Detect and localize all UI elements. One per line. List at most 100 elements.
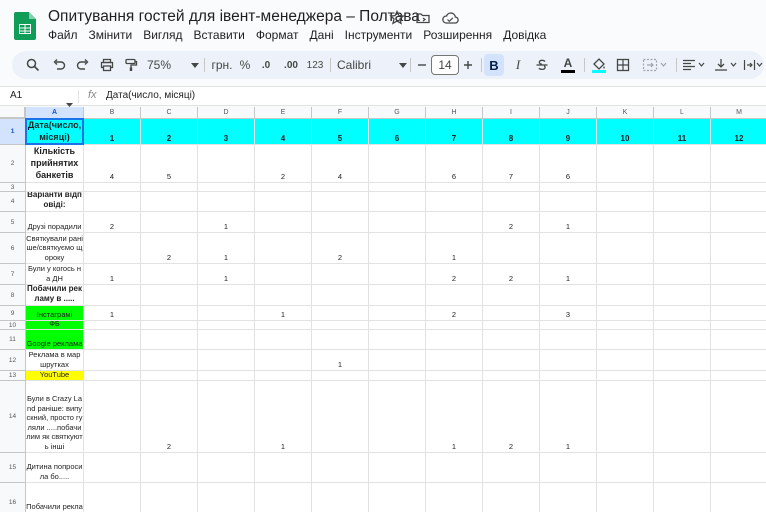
cell-e13[interactable] (255, 371, 312, 381)
cell-m9[interactable] (711, 306, 766, 321)
column-header-h[interactable]: H (426, 107, 483, 119)
cell-k6[interactable] (597, 233, 654, 264)
cell-m5[interactable] (711, 212, 766, 233)
column-header-k[interactable]: K (597, 107, 654, 119)
cell-i15[interactable] (483, 453, 540, 483)
cell-a5[interactable]: Друзі порадили (26, 212, 84, 233)
cell-i10[interactable] (483, 321, 540, 330)
menu-data[interactable]: Дані (310, 28, 334, 42)
cell-h10[interactable] (426, 321, 483, 330)
cell-k10[interactable] (597, 321, 654, 330)
cell-b8[interactable] (84, 285, 141, 306)
cell-c13[interactable] (141, 371, 198, 381)
cell-e2[interactable]: 2 (255, 145, 312, 183)
cell-j12[interactable] (540, 350, 597, 371)
cell-i3[interactable] (483, 183, 540, 192)
cell-h3[interactable] (426, 183, 483, 192)
cell-d1[interactable]: 3 (198, 119, 255, 145)
text-wrapping-icon[interactable] (742, 51, 764, 79)
cell-a1[interactable]: Дата(число, місяці) (26, 119, 84, 145)
cell-j8[interactable] (540, 285, 597, 306)
cell-i16[interactable] (483, 483, 540, 512)
formula-input[interactable]: Дата(число, місяці) (106, 90, 195, 101)
cell-g16[interactable] (369, 483, 426, 512)
cell-b4[interactable] (84, 192, 141, 212)
cell-l12[interactable] (654, 350, 711, 371)
cell-m12[interactable] (711, 350, 766, 371)
cell-l14[interactable] (654, 381, 711, 453)
cell-l8[interactable] (654, 285, 711, 306)
row-header-2[interactable]: 2 (0, 145, 26, 183)
cell-a15[interactable]: Дитина попросила бо..... (26, 453, 84, 483)
cell-a7[interactable]: Були у когось на ДН (26, 264, 84, 285)
column-header-l[interactable]: L (654, 107, 711, 119)
cell-c14[interactable]: 2 (141, 381, 198, 453)
column-header-i[interactable]: I (483, 107, 540, 119)
column-header-a[interactable]: A (26, 107, 84, 119)
cell-l3[interactable] (654, 183, 711, 192)
cell-c4[interactable] (141, 192, 198, 212)
cell-c6[interactable]: 2 (141, 233, 198, 264)
cell-g7[interactable] (369, 264, 426, 285)
cell-j1[interactable]: 9 (540, 119, 597, 145)
cell-h11[interactable] (426, 330, 483, 350)
spreadsheet-grid[interactable]: A B C D E F G H I J K L M 1 Дата(число, місяці) 1 2 3 4 5 6 7… (0, 107, 766, 512)
cell-c7[interactable] (141, 264, 198, 285)
cell-m4[interactable] (711, 192, 766, 212)
decrease-decimal-button[interactable]: .0 (256, 51, 276, 79)
borders-icon[interactable] (612, 51, 634, 79)
increase-decimal-button[interactable]: .00 (280, 51, 302, 79)
vertical-align-icon[interactable] (712, 51, 740, 79)
cell-d3[interactable] (198, 183, 255, 192)
cell-j9[interactable]: 3 (540, 306, 597, 321)
cloud-saved-icon[interactable] (441, 10, 459, 26)
cell-m14[interactable] (711, 381, 766, 453)
cell-a3[interactable] (26, 183, 84, 192)
cell-j2[interactable]: 6 (540, 145, 597, 183)
cell-m11[interactable] (711, 330, 766, 350)
cell-i6[interactable] (483, 233, 540, 264)
cell-e6[interactable] (255, 233, 312, 264)
cell-b6[interactable] (84, 233, 141, 264)
cell-f3[interactable] (312, 183, 369, 192)
move-to-folder-icon[interactable] (415, 10, 431, 26)
cell-g3[interactable] (369, 183, 426, 192)
cell-c8[interactable] (141, 285, 198, 306)
cell-f13[interactable] (312, 371, 369, 381)
cell-i7[interactable]: 2 (483, 264, 540, 285)
cell-e1[interactable]: 4 (255, 119, 312, 145)
star-icon[interactable] (389, 9, 405, 26)
cell-e16[interactable] (255, 483, 312, 512)
cell-c16[interactable] (141, 483, 198, 512)
cell-a8[interactable]: Побачили рекламу в ..... (26, 285, 84, 306)
cell-d12[interactable] (198, 350, 255, 371)
cell-l6[interactable] (654, 233, 711, 264)
cell-k9[interactable] (597, 306, 654, 321)
cell-d16[interactable] (198, 483, 255, 512)
cell-b12[interactable] (84, 350, 141, 371)
cell-j13[interactable] (540, 371, 597, 381)
cell-d15[interactable] (198, 453, 255, 483)
cell-d13[interactable] (198, 371, 255, 381)
cell-l5[interactable] (654, 212, 711, 233)
cell-a10[interactable]: ФБ (26, 321, 84, 330)
cell-e10[interactable] (255, 321, 312, 330)
cell-m6[interactable] (711, 233, 766, 264)
row-header-4[interactable]: 4 (0, 192, 26, 212)
cell-j3[interactable] (540, 183, 597, 192)
row-header-16[interactable]: 16 (0, 483, 26, 512)
cell-d11[interactable] (198, 330, 255, 350)
cell-g5[interactable] (369, 212, 426, 233)
cell-l16[interactable] (654, 483, 711, 512)
column-header-m[interactable]: M (711, 107, 766, 119)
merge-cells-icon[interactable] (638, 51, 672, 79)
cell-g15[interactable] (369, 453, 426, 483)
cell-h9[interactable]: 2 (426, 306, 483, 321)
cell-k13[interactable] (597, 371, 654, 381)
cell-b5[interactable]: 2 (84, 212, 141, 233)
cell-e9[interactable]: 1 (255, 306, 312, 321)
currency-format-button[interactable]: грн. (209, 51, 235, 79)
cell-k4[interactable] (597, 192, 654, 212)
cell-k14[interactable] (597, 381, 654, 453)
cell-a13[interactable]: YouTube (26, 371, 84, 381)
